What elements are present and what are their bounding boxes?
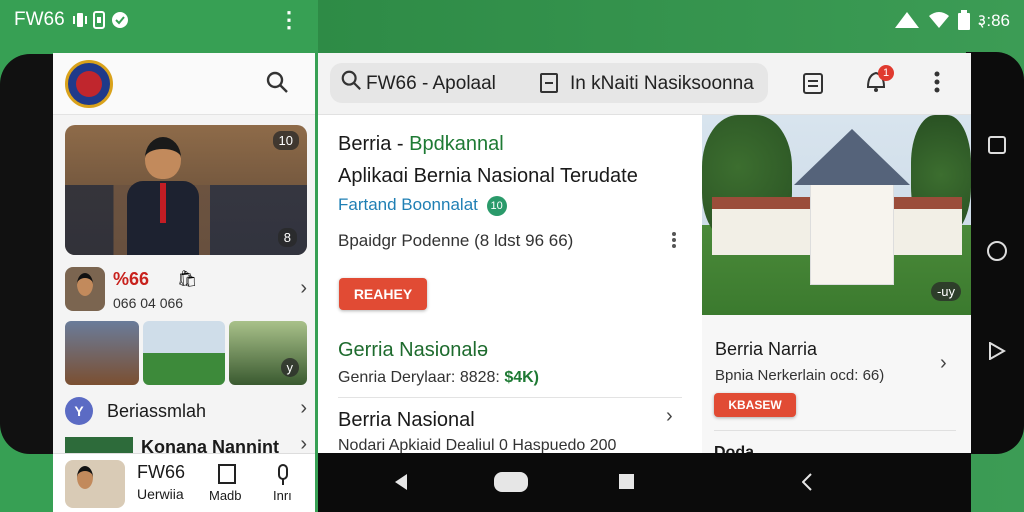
bell-icon[interactable]: 1	[864, 65, 894, 97]
notification-badge: 1	[878, 65, 894, 81]
image-badge: -uy	[930, 282, 961, 301]
card-button[interactable]: KBASEW	[714, 393, 796, 417]
category-icon: Y	[65, 397, 93, 425]
battery-icon	[957, 9, 970, 30]
building-tower	[810, 179, 894, 285]
home-icon[interactable]	[494, 472, 528, 492]
system-nav-bar	[318, 453, 971, 512]
signal-icon	[894, 11, 919, 28]
hero-badge-bottom: 8	[277, 228, 297, 247]
bottom-title: FW66	[137, 462, 186, 482]
phone-outline-icon	[92, 11, 105, 29]
search-text-secondary: In kNaiti Nasiksoonna	[570, 73, 754, 94]
article-pane: Berria - Bpdkannal Aplikaɑi Bernia Nasio…	[318, 115, 702, 454]
box-icon[interactable]	[218, 464, 236, 484]
status-bar-left: FW66	[14, 8, 129, 32]
featured-building-image[interactable]: -uy	[702, 115, 971, 315]
article-source[interactable]: Fartand Boonnalat 10	[338, 195, 507, 216]
tab-box-icon[interactable]	[540, 73, 558, 93]
app-logo[interactable]	[65, 60, 113, 108]
thumb-badge: y	[280, 358, 299, 377]
chevron-right-icon: ›	[300, 277, 307, 299]
status-more-glyph: ⋮	[278, 7, 300, 32]
status-bar-right: ३:86	[894, 8, 1010, 31]
search-text: FW66 - Apolaal	[366, 73, 496, 94]
divider	[714, 430, 956, 431]
more-icon[interactable]	[671, 231, 677, 249]
kicker-text: Berria -	[338, 133, 410, 155]
more-icon[interactable]	[934, 71, 940, 93]
chevron-left-icon[interactable]	[802, 473, 812, 491]
chevron-right-icon: ›	[940, 352, 947, 374]
chevron-right-icon: ›	[300, 437, 307, 453]
item-title: %66	[113, 269, 150, 289]
verified-badge: 10	[486, 195, 507, 216]
clipboard-icon[interactable]	[802, 71, 824, 95]
top-bar: FW66 - Apolaal In kNaiti Nasiksoonna 1	[318, 53, 971, 115]
status-time: ३:86	[977, 11, 1010, 30]
list-item[interactable]: Y Beriassmlah ›	[65, 395, 307, 427]
list-item-title[interactable]: Berria Nasional	[338, 409, 475, 432]
chevron-right-icon: ›	[300, 397, 307, 419]
divider	[338, 397, 682, 398]
left-pane: 10 8 %66 🛍 066 04 066 › y Y Beriassmlah …	[53, 53, 315, 512]
bag-icon: 🛍	[177, 271, 198, 288]
article-kicker: Berria - Bpdkannal	[338, 133, 504, 156]
home-icon-side[interactable]	[986, 240, 1008, 267]
search-icon	[340, 69, 362, 97]
list-item-title[interactable]: Gerria Nasionalə	[338, 339, 488, 362]
item-label: Konana Nannint	[141, 437, 279, 453]
card-meta: Bpnia Nerkerlain ocd: 66)	[715, 367, 885, 384]
card2-clip: Doda	[714, 444, 964, 453]
wifi-icon	[928, 11, 949, 28]
card-title[interactable]: Berria Narria	[715, 339, 817, 360]
item-thumb	[65, 437, 133, 453]
chevron-right-icon: ›	[666, 405, 673, 427]
shield-icon	[111, 12, 128, 28]
list-item[interactable]: Konana Nannint ›	[65, 437, 307, 453]
source-name: Fartand Boonnalat	[338, 195, 478, 214]
recents-icon[interactable]	[619, 474, 634, 489]
article-meta: Bpaidgr Podenne (8 ldst 96 66)	[338, 231, 574, 250]
list-item-meta: Genria Derylaar: 8828: $4K)	[338, 369, 539, 387]
card2-title[interactable]: Doda	[714, 444, 754, 453]
bottom-action-1[interactable]: Madb	[209, 488, 242, 503]
bottom-action-2[interactable]: Inrı	[273, 488, 292, 503]
search-icon[interactable]	[265, 70, 289, 100]
avatar	[65, 267, 105, 311]
list-item[interactable]: %66 🛍 066 04 066 ›	[65, 265, 307, 313]
item-label: Beriassmlah	[107, 401, 207, 421]
meta-text: Genria Derylaar: 8828:	[338, 369, 505, 386]
mic-icon[interactable]	[275, 464, 291, 486]
search-field[interactable]: FW66 - Apolaal In kNaiti Nasiksoonna	[330, 63, 768, 103]
thumb-image-2[interactable]	[143, 321, 225, 385]
back-icon[interactable]	[394, 473, 408, 491]
kicker-highlight: Bpdkannal	[409, 133, 504, 155]
hero-news-image[interactable]: 10 8	[65, 125, 307, 255]
recents-icon-side[interactable]	[986, 136, 1008, 159]
device-frame-left	[0, 54, 60, 454]
item-subtitle: 066 04 066	[113, 295, 184, 311]
building-roof	[794, 129, 910, 185]
left-pane-header	[53, 53, 315, 115]
thumb-image-1[interactable]	[65, 321, 139, 385]
bottom-caption: Uerwiia	[137, 486, 184, 502]
status-app-name: FW66	[14, 9, 65, 30]
meta-highlight: $4K)	[504, 369, 539, 386]
article-headline: Aplikaɑi Bernia Nasional Terudate	[338, 165, 638, 187]
mini-player-bar[interactable]: FW66 Uerwiia Madb Inrı	[53, 453, 315, 512]
read-button[interactable]: REAHEY	[339, 278, 427, 310]
status-more-icon[interactable]: ⋮	[278, 7, 300, 32]
thumb-image-3[interactable]: y	[229, 321, 307, 385]
hero-badge-top: 10	[272, 131, 299, 150]
back-icon-side[interactable]	[986, 341, 1008, 365]
vibrate-icon	[72, 13, 87, 27]
avatar	[65, 460, 125, 508]
